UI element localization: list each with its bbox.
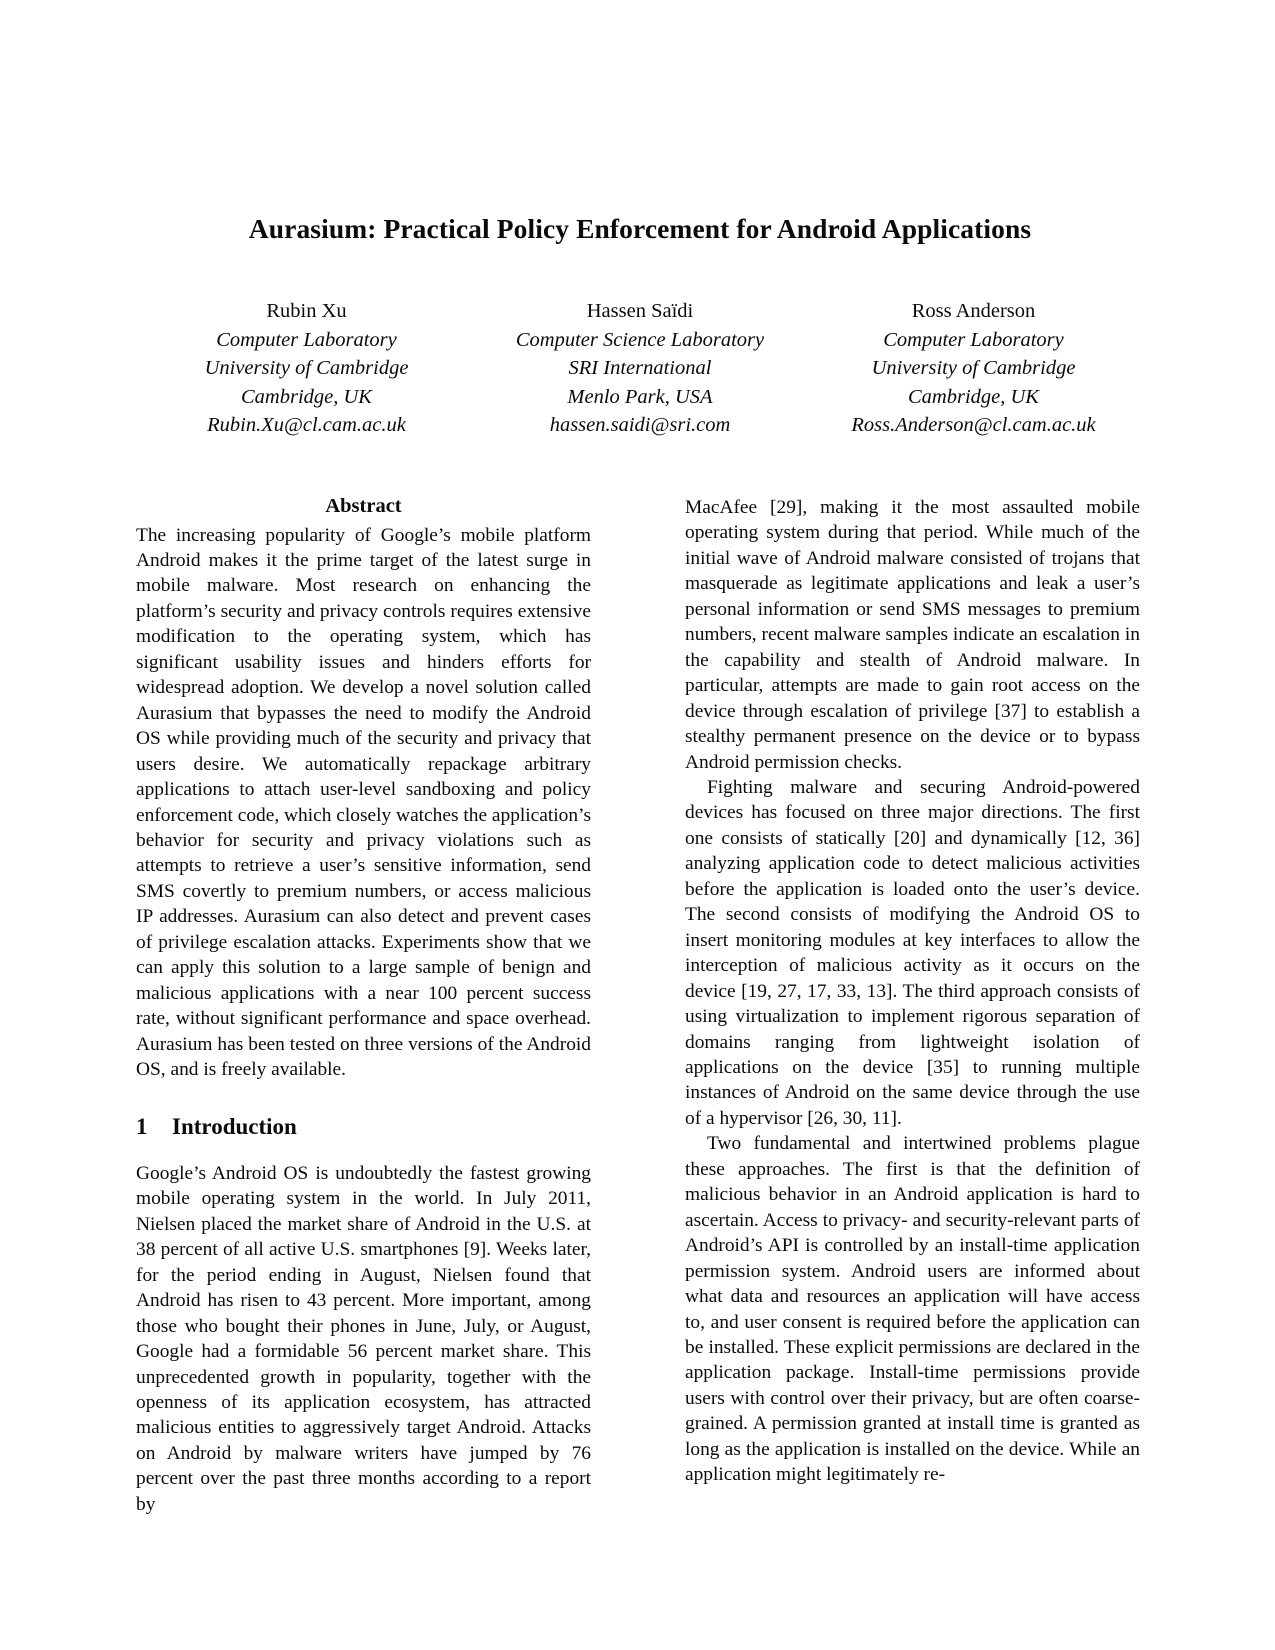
paper-page: Aurasium: Practical Policy Enforcement f… [0,0,1275,1650]
author-location: Cambridge, UK [241,385,372,408]
author-block: Ross Anderson Computer Laboratory Univer… [807,297,1140,440]
two-column-body: Abstract The increasing popularity of Go… [136,495,1140,1555]
author-affiliation-line-2: SRI International [568,357,712,380]
author-email: Rubin.Xu@cl.cam.ac.uk [207,414,406,437]
section-heading-introduction: 1 Introduction [136,1114,591,1140]
author-location: Menlo Park, USA [567,385,713,408]
author-block: Hassen Saïdi Computer Science Laboratory… [474,297,807,440]
author-email: hassen.saidi@sri.com [549,414,731,437]
introduction-paragraph-1-part-right: MacAfee [29], making it the most assault… [685,497,1140,773]
author-name: Hassen Saïdi [586,300,694,322]
right-column: MacAfee [29], making it the most assault… [685,495,1140,1555]
section-number: 1 [136,1113,148,1139]
abstract-heading: Abstract [325,495,402,517]
author-name: Rubin Xu [266,300,347,322]
page-title: Aurasium: Practical Policy Enforcement f… [248,213,1032,244]
author-block: Rubin Xu Computer Laboratory University … [140,297,473,440]
author-affiliation-line-1: Computer Science Laboratory [515,328,765,351]
author-name: Ross Anderson [911,300,1036,322]
introduction-paragraph-3: Two fundamental and intertwined problems… [685,1133,1140,1486]
author-affiliation-line-2: University of Cambridge [204,357,409,380]
section-title: Introduction [172,1113,297,1139]
introduction-paragraph-1-part-left: Google’s Android OS is undoubtedly the f… [136,1162,591,1515]
author-location: Cambridge, UK [908,385,1039,408]
left-column: Abstract The increasing popularity of Go… [136,495,591,1555]
introduction-paragraph-2: Fighting malware and securing Android-po… [685,776,1140,1129]
author-affiliation-line-1: Computer Laboratory [883,328,1064,351]
author-list: Rubin Xu Computer Laboratory University … [140,297,1140,440]
abstract-text: The increasing popularity of Google’s mo… [136,524,591,1081]
author-affiliation-line-1: Computer Laboratory [216,328,397,351]
author-email: Ross.Anderson@cl.cam.ac.uk [851,414,1096,437]
author-affiliation-line-2: University of Cambridge [871,357,1076,380]
